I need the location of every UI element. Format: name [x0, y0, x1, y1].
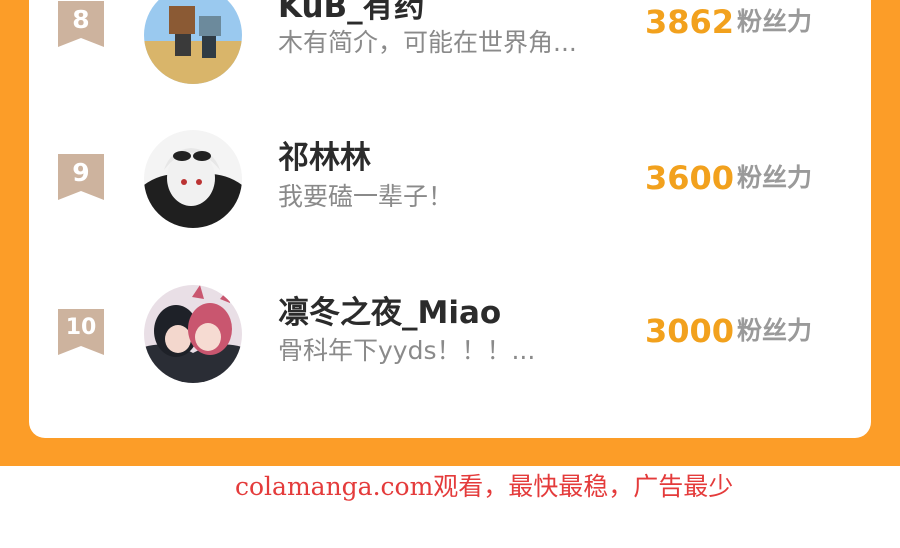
fan-power-score: 3862: [645, 3, 735, 41]
user-name: 凛冬之夜_Miao: [278, 295, 502, 331]
user-bio: 骨科年下yyds！！！...: [278, 336, 536, 365]
avatar-image: [144, 130, 242, 228]
avatar-image: [144, 285, 242, 383]
site-watermark: colamanga.com观看，最快最稳，广告最少: [235, 472, 734, 501]
user-bio: 木有简介，可能在世界角...: [278, 28, 577, 57]
rank-number: 8: [72, 5, 90, 34]
user-bio: 我要磕一辈子！: [278, 182, 454, 211]
ranking-row-9[interactable]: 9 祁林林 我要磕一辈子！ 3600 粉丝力: [29, 130, 871, 240]
user-name: 祁林林: [278, 140, 371, 176]
rank-number: 10: [65, 315, 97, 340]
user-avatar[interactable]: [144, 0, 242, 84]
fan-power-label: 粉丝力: [737, 7, 813, 36]
rank-badge: 10: [58, 309, 104, 355]
fan-power-score: 3000: [645, 312, 735, 350]
ranking-row-8[interactable]: 8 KuB_有药 木有简介，可能在世界角... 3862 粉丝力: [29, 0, 871, 87]
user-avatar[interactable]: [144, 130, 242, 228]
rank-badge: 9: [58, 154, 104, 200]
avatar-image: [144, 0, 242, 84]
user-avatar[interactable]: [144, 285, 242, 383]
fan-power-score: 3600: [645, 159, 735, 197]
ranking-card: 8 KuB_有药 木有简介，可能在世界角... 3862 粉丝力 9 祁林林 我…: [29, 0, 871, 438]
rank-badge: 8: [58, 1, 104, 47]
fan-power-label: 粉丝力: [737, 163, 813, 192]
fan-power-label: 粉丝力: [737, 316, 813, 345]
rank-number: 9: [72, 158, 90, 187]
user-name: KuB_有药: [278, 0, 425, 25]
ranking-row-10[interactable]: 10 凛冬之夜_Miao 骨科年下yyds！！！... 3000 粉丝力: [29, 285, 871, 395]
